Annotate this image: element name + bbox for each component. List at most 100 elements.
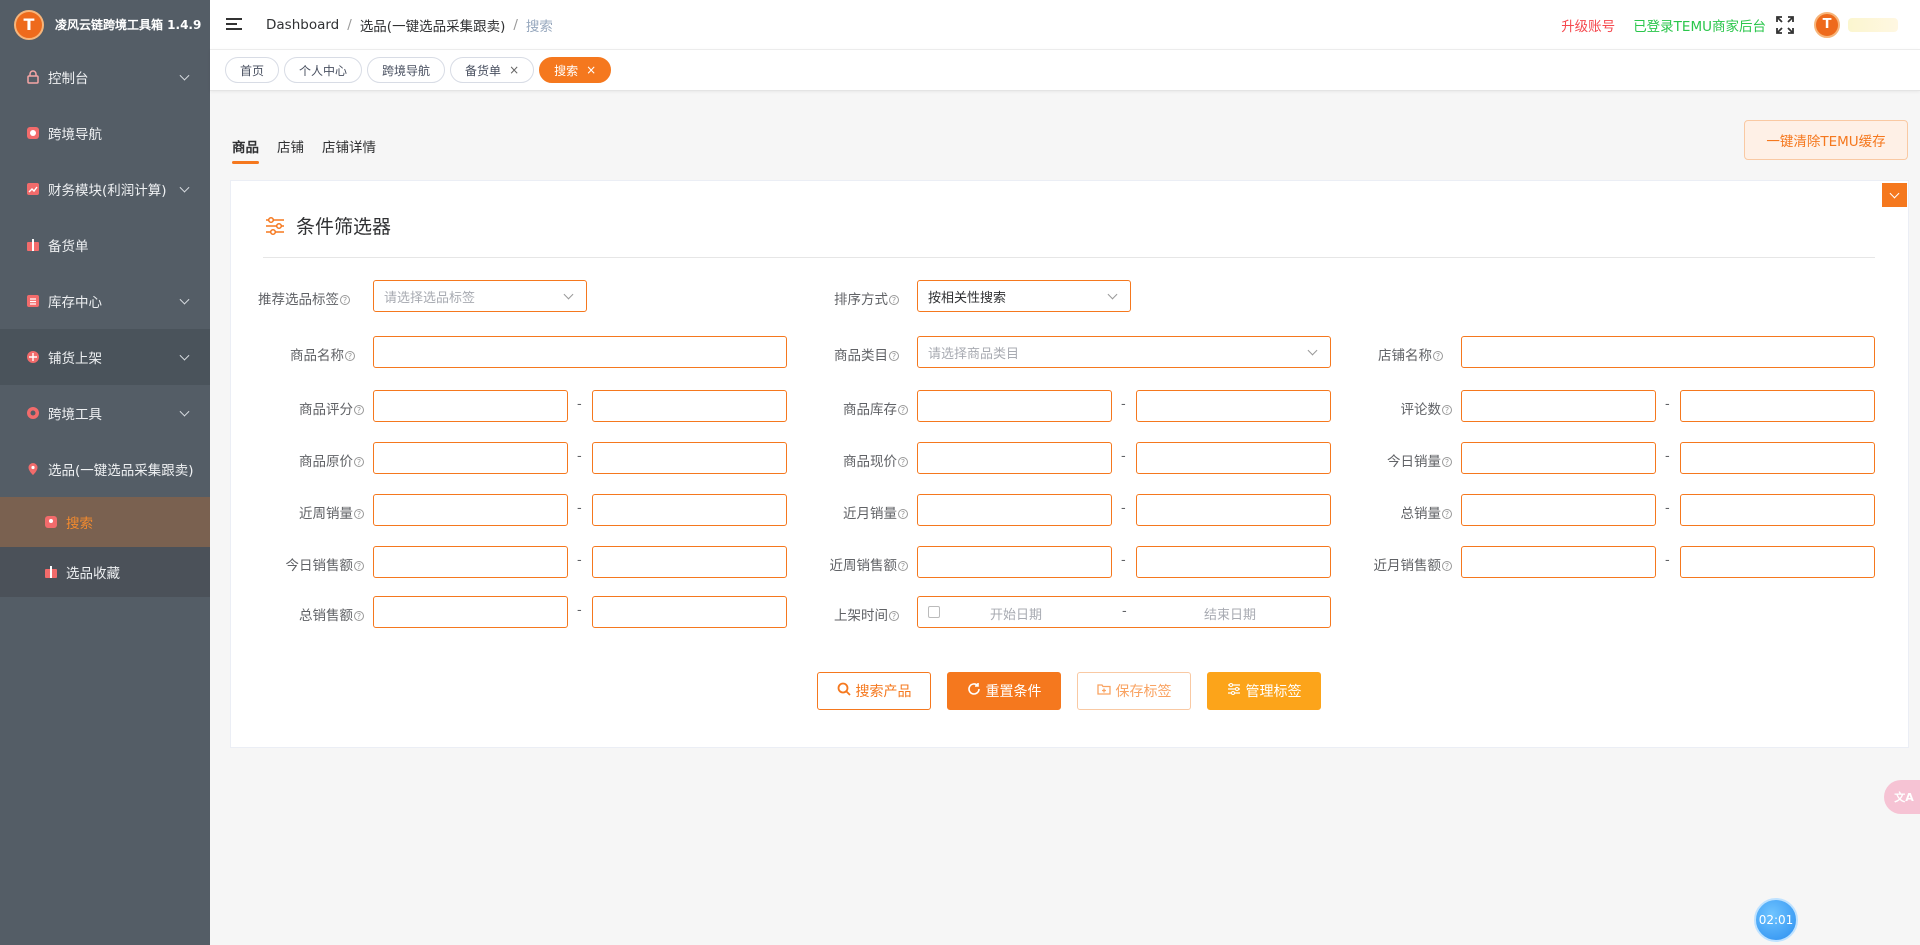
close-icon[interactable]: ×	[509, 63, 519, 77]
range-max-input[interactable]	[592, 442, 787, 474]
timer-widget[interactable]: 02:01	[1754, 898, 1798, 942]
app-logo[interactable]: T 凌风云链跨境工具箱 1.4.9	[0, 0, 210, 49]
help-icon: ?	[354, 561, 364, 571]
search-tabs: 商品 店铺 店铺详情	[232, 136, 394, 164]
help-icon: ?	[898, 561, 908, 571]
sidebar-item-stock-order[interactable]: 备货单	[0, 217, 210, 273]
end-date-input[interactable]: 结束日期	[1204, 604, 1256, 623]
filter-title: 条件筛选器	[264, 212, 391, 239]
fullscreen-icon[interactable]	[1776, 15, 1794, 34]
close-icon[interactable]: ×	[586, 63, 596, 77]
product-name-label: 商品名称?	[290, 344, 355, 364]
sidebar-item-nav[interactable]: 跨境导航	[0, 105, 210, 161]
translate-button[interactable]: 文A	[1884, 780, 1920, 814]
category-select[interactable]: 请选择商品类目	[917, 336, 1331, 368]
sidebar-item-finance[interactable]: 财务模块(利润计算)	[0, 161, 210, 217]
listing-date-range[interactable]: 开始日期 - 结束日期	[917, 596, 1331, 628]
sidebar-item-label: 选品(一键选品采集跟卖)	[48, 463, 194, 479]
range-max-input[interactable]	[1680, 442, 1875, 474]
help-icon: ?	[354, 611, 364, 621]
recommend-tag-select[interactable]: 请选择选品标签	[373, 280, 587, 312]
sidebar-item-console[interactable]: 控制台	[0, 49, 210, 105]
tag-cross-border-nav[interactable]: 跨境导航	[367, 57, 446, 83]
product-name-input[interactable]	[373, 336, 787, 368]
range-min-input[interactable]	[373, 390, 568, 422]
top-header: Dashboard / 选品(一键选品采集跟卖) / 搜索 升级账号 已登录TE…	[210, 0, 1920, 49]
sidebar-item-selection[interactable]: 选品(一键选品采集跟卖)	[0, 441, 210, 497]
lifebuoy-icon	[26, 406, 40, 420]
range-min-input[interactable]	[1461, 494, 1656, 526]
range-min-input[interactable]	[917, 494, 1112, 526]
range-max-input[interactable]	[592, 546, 787, 578]
chevron-down-icon	[179, 294, 190, 305]
range-max-input[interactable]	[592, 596, 787, 628]
range-label: 总销量?	[1401, 502, 1452, 522]
sidebar-subitem-search[interactable]: 搜索	[0, 497, 210, 547]
refresh-icon	[967, 682, 981, 700]
range-min-input[interactable]	[917, 442, 1112, 474]
range-min-input[interactable]	[917, 546, 1112, 578]
avatar[interactable]: T	[1814, 11, 1840, 38]
range-min-input[interactable]	[373, 596, 568, 628]
tag-home[interactable]: 首页	[225, 57, 280, 83]
tab-products[interactable]: 商品	[232, 136, 259, 164]
range-min-input[interactable]	[917, 390, 1112, 422]
reset-conditions-button[interactable]: 重置条件	[947, 672, 1061, 710]
range-max-input[interactable]	[1136, 546, 1331, 578]
sidebar-subitem-favorites[interactable]: 选品收藏	[0, 547, 210, 597]
sidebar-item-tools[interactable]: 跨境工具	[0, 385, 210, 441]
help-icon: ?	[354, 405, 364, 415]
sidebar-item-inventory[interactable]: 库存中心	[0, 273, 210, 329]
clear-temu-cache-button[interactable]: 一键清除TEMU缓存	[1744, 120, 1908, 160]
range-separator: -	[1665, 397, 1670, 412]
temu-login-status[interactable]: 已登录TEMU商家后台	[1633, 15, 1766, 35]
gift-icon	[44, 565, 58, 579]
range-max-input[interactable]	[592, 390, 787, 422]
tag-profile[interactable]: 个人中心	[284, 57, 363, 83]
upgrade-account-link[interactable]: 升级账号	[1561, 15, 1615, 35]
range-separator: -	[1121, 449, 1126, 464]
range-max-input[interactable]	[1680, 390, 1875, 422]
tag-stock-order[interactable]: 备货单 ×	[450, 57, 535, 83]
shop-name-input[interactable]	[1461, 336, 1875, 368]
chevron-down-icon	[179, 406, 190, 417]
start-date-input[interactable]: 开始日期	[990, 604, 1042, 623]
username-redacted[interactable]	[1848, 17, 1898, 32]
range-max-input[interactable]	[1136, 442, 1331, 474]
range-max-input[interactable]	[1680, 494, 1875, 526]
tab-shop-detail[interactable]: 店铺详情	[322, 136, 376, 160]
breadcrumb-item[interactable]: 选品(一键选品采集跟卖)	[360, 15, 506, 35]
range-min-input[interactable]	[1461, 546, 1656, 578]
range-min-input[interactable]	[373, 442, 568, 474]
sidebar-item-label: 备货单	[48, 239, 89, 255]
save-tag-button[interactable]: 保存标签	[1077, 672, 1191, 710]
tag-search[interactable]: 搜索 ×	[539, 57, 612, 83]
range-max-input[interactable]	[1680, 546, 1875, 578]
breadcrumb: Dashboard / 选品(一键选品采集跟卖) / 搜索	[266, 15, 553, 35]
range-min-input[interactable]	[373, 546, 568, 578]
sidebar-item-label: 库存中心	[48, 295, 102, 311]
range-min-input[interactable]	[373, 494, 568, 526]
range-separator: -	[1665, 501, 1670, 516]
collapse-panel-button[interactable]	[1882, 183, 1907, 207]
help-icon: ?	[1442, 509, 1452, 519]
search-icon	[837, 682, 851, 700]
breadcrumb-item[interactable]: Dashboard	[266, 17, 339, 33]
search-products-button[interactable]: 搜索产品	[817, 672, 931, 710]
range-separator: -	[1121, 397, 1126, 412]
range-max-input[interactable]	[592, 494, 787, 526]
range-min-input[interactable]	[1461, 390, 1656, 422]
range-max-input[interactable]	[1136, 494, 1331, 526]
sort-select[interactable]: 按相关性搜索	[917, 280, 1131, 312]
range-max-input[interactable]	[1136, 390, 1331, 422]
menu-toggle-icon[interactable]	[226, 18, 242, 31]
tab-shops[interactable]: 店铺	[277, 136, 304, 160]
sidebar-item-listing[interactable]: 铺货上架	[0, 329, 210, 385]
tags-view: 首页 个人中心 跨境导航 备货单 × 搜索 ×	[210, 49, 1920, 91]
range-min-input[interactable]	[1461, 442, 1656, 474]
filter-icon	[264, 215, 286, 237]
manage-tags-button[interactable]: 管理标签	[1207, 672, 1321, 710]
chevron-down-icon	[563, 289, 574, 300]
help-icon: ?	[898, 457, 908, 467]
folder-add-icon	[1096, 682, 1111, 700]
